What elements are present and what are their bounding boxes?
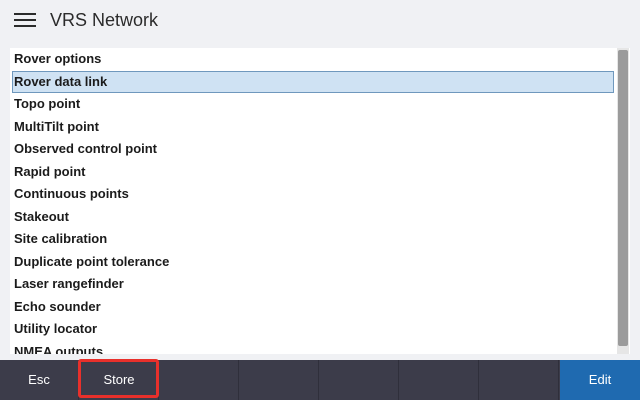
list-item-observed-control-point[interactable]: Observed control point	[12, 138, 614, 160]
list-item-topo-point[interactable]: Topo point	[12, 93, 614, 115]
list-item-duplicate-point-tolerance[interactable]: Duplicate point tolerance	[12, 251, 614, 273]
toolbar-slot-7	[480, 360, 559, 400]
bottom-toolbar: Esc Store Edit	[0, 360, 640, 400]
list-item-rover-options[interactable]: Rover options	[12, 48, 614, 70]
page-title: VRS Network	[50, 10, 159, 30]
list-item-multitilt-point[interactable]: MultiTilt point	[12, 116, 614, 138]
list-item-stakeout[interactable]: Stakeout	[12, 206, 614, 228]
list-item-laser-rangefinder[interactable]: Laser rangefinder	[12, 273, 614, 295]
toolbar-slot-3	[160, 360, 239, 400]
settings-list-panel: Rover options Rover data link Topo point…	[10, 48, 630, 354]
app-header: VRS Network	[0, 0, 640, 40]
settings-list: Rover options Rover data link Topo point…	[10, 48, 616, 354]
scrollbar-thumb[interactable]	[618, 50, 628, 346]
list-item-echo-sounder[interactable]: Echo sounder	[12, 296, 614, 318]
hamburger-menu-icon[interactable]	[14, 12, 36, 28]
list-item-continuous-points[interactable]: Continuous points	[12, 183, 614, 205]
esc-button[interactable]: Esc	[0, 360, 79, 400]
list-item-nmea-outputs[interactable]: NMEA outputs	[12, 341, 614, 354]
list-item-rover-data-link[interactable]: Rover data link	[12, 71, 614, 93]
store-button[interactable]: Store	[80, 360, 159, 400]
list-item-site-calibration[interactable]: Site calibration	[12, 228, 614, 250]
toolbar-slot-6	[400, 360, 479, 400]
toolbar-slot-4	[240, 360, 319, 400]
toolbar-slot-5	[320, 360, 399, 400]
list-item-rapid-point[interactable]: Rapid point	[12, 161, 614, 183]
list-scrollbar[interactable]	[617, 48, 629, 354]
edit-button[interactable]: Edit	[560, 360, 640, 400]
list-item-utility-locator[interactable]: Utility locator	[12, 318, 614, 340]
